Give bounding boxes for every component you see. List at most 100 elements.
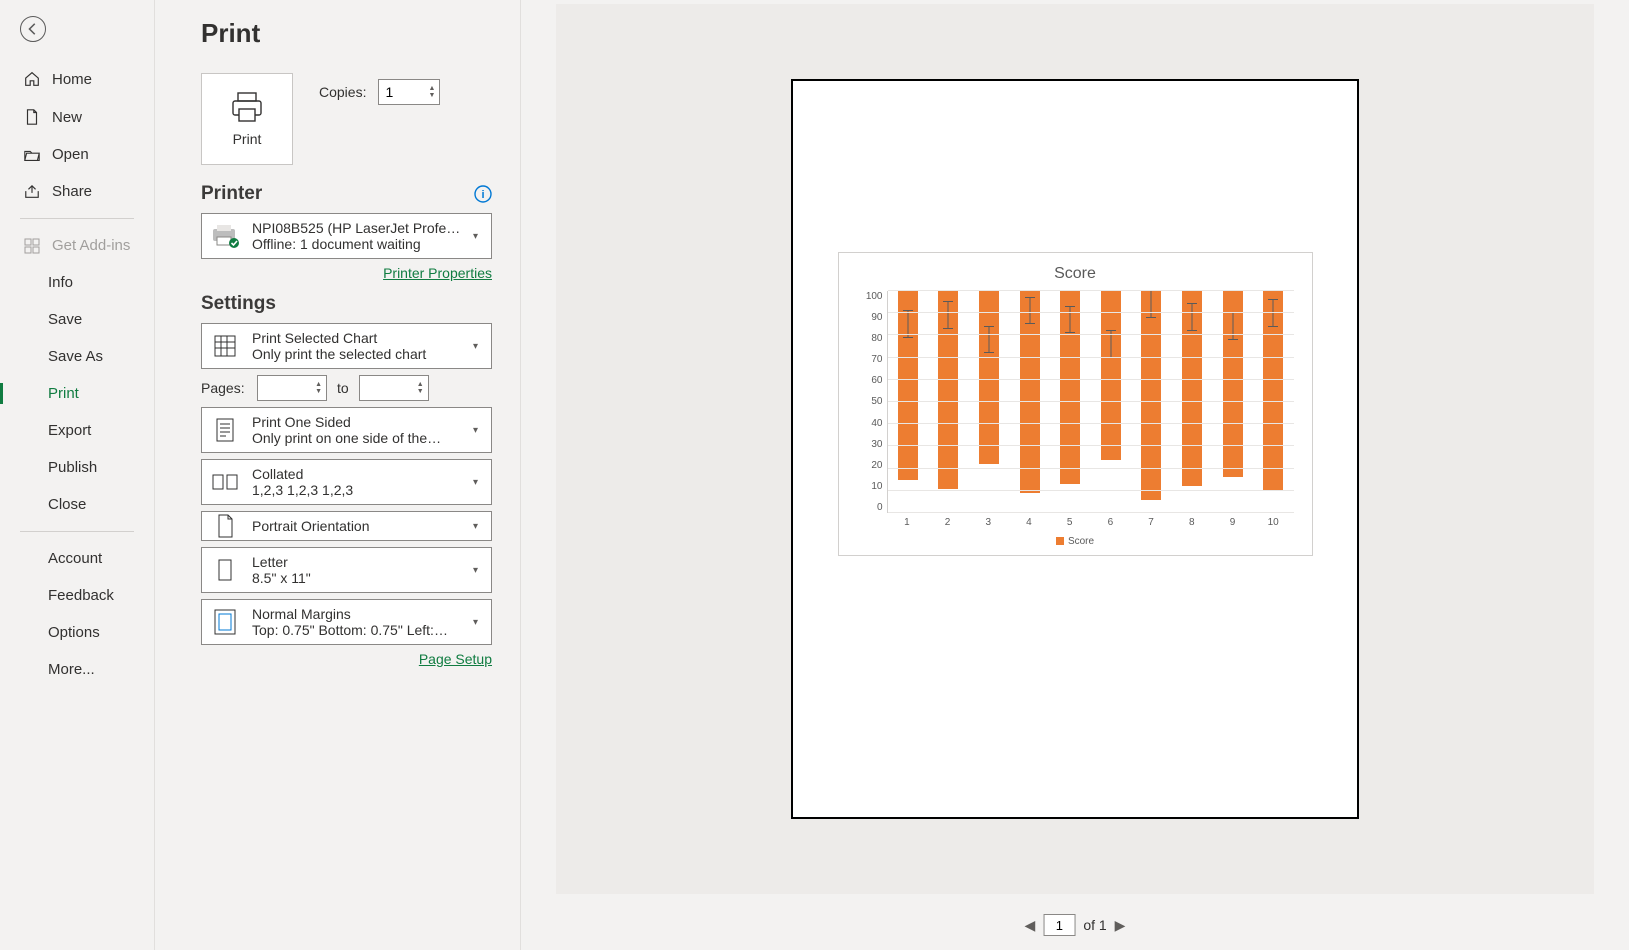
nav-info-label: Info [48, 274, 73, 291]
chart-y-axis: 1009080706050403020100 [857, 291, 887, 513]
orientation-l1: Portrait Orientation [252, 518, 469, 534]
printer-dropdown[interactable]: NPI08B525 (HP LaserJet Profe… Offline: 1… [201, 213, 492, 259]
nav-saveas-label: Save As [48, 348, 103, 365]
home-icon [22, 70, 42, 88]
paper-l1: Letter [252, 554, 469, 570]
copies-label: Copies: [319, 84, 366, 100]
nav-feedback[interactable]: Feedback [0, 577, 154, 614]
prev-page-button[interactable]: ◀ [1025, 917, 1036, 934]
spinner-arrows[interactable]: ▲▼ [429, 85, 436, 99]
print-button-label: Print [233, 131, 262, 147]
paper-dropdown[interactable]: Letter8.5" x 11" ▾ [201, 547, 492, 593]
pages-from-spinner[interactable]: ▲▼ [257, 375, 327, 401]
print-settings-pane: Print Print Copies: ▲▼ Printer i [155, 0, 520, 950]
printer-properties-link[interactable]: Printer Properties [383, 265, 492, 281]
print-button[interactable]: Print [201, 73, 293, 165]
page-navigator: ◀ of 1 ▶ [1025, 914, 1126, 936]
settings-heading: Settings [201, 293, 276, 315]
nav-more[interactable]: More... [0, 651, 154, 688]
orientation-dropdown[interactable]: Portrait Orientation ▾ [201, 511, 492, 541]
to-label: to [337, 380, 349, 396]
info-icon[interactable]: i [474, 185, 492, 203]
back-button[interactable] [20, 16, 46, 42]
sided-l1: Print One Sided [252, 414, 469, 430]
pages-label: Pages: [201, 380, 247, 396]
nav-save[interactable]: Save [0, 301, 154, 338]
nav-feedback-label: Feedback [48, 587, 114, 604]
addins-icon [22, 238, 42, 254]
nav-open-label: Open [52, 146, 89, 163]
chevron-down-icon: ▾ [473, 477, 491, 488]
sheet-icon [202, 333, 248, 359]
print-what-dropdown[interactable]: Print Selected ChartOnly print the selec… [201, 323, 492, 369]
portrait-icon [202, 513, 248, 539]
collated-l1: Collated [252, 466, 469, 482]
nav-export-label: Export [48, 422, 91, 439]
page-setup-link[interactable]: Page Setup [419, 651, 492, 667]
pages-to-spinner[interactable]: ▲▼ [359, 375, 429, 401]
nav-home[interactable]: Home [0, 60, 154, 98]
pages-from-input[interactable] [258, 380, 298, 396]
sided-dropdown[interactable]: Print One SidedOnly print on one side of… [201, 407, 492, 453]
paper-l2: 8.5" x 11" [252, 570, 469, 586]
print-what-l2: Only print the selected chart [252, 346, 469, 362]
printer-name: NPI08B525 (HP LaserJet Profe… [252, 220, 469, 236]
nav-open[interactable]: Open [0, 136, 154, 173]
collated-dropdown[interactable]: Collated1,2,3 1,2,3 1,2,3 ▾ [201, 459, 492, 505]
chevron-down-icon: ▾ [473, 617, 491, 628]
nav-get-addins[interactable]: Get Add-ins [0, 227, 154, 264]
nav-account[interactable]: Account [0, 540, 154, 577]
nav-close-label: Close [48, 496, 86, 513]
collated-l2: 1,2,3 1,2,3 1,2,3 [252, 482, 469, 498]
nav-home-label: Home [52, 71, 92, 88]
page-title: Print [201, 18, 492, 49]
printer-status-icon [202, 223, 248, 249]
chart-x-axis: 12345678910 [857, 513, 1294, 528]
pages-to-input[interactable] [360, 380, 400, 396]
backstage-sidebar: Home New Open Share Get Add-ins Info Sav… [0, 0, 155, 950]
next-page-button[interactable]: ▶ [1115, 917, 1126, 934]
chevron-down-icon: ▾ [473, 565, 491, 576]
nav-print[interactable]: Print [0, 375, 154, 412]
nav-account-label: Account [48, 550, 102, 567]
copies-input[interactable] [379, 84, 419, 100]
chart: Score 1009080706050403020100 12345678910… [838, 252, 1313, 556]
nav-close[interactable]: Close [0, 486, 154, 523]
paper-icon [202, 558, 248, 582]
nav-export[interactable]: Export [0, 412, 154, 449]
chevron-down-icon: ▾ [473, 521, 491, 532]
nav-print-label: Print [48, 385, 79, 402]
nav-saveas[interactable]: Save As [0, 338, 154, 375]
chevron-down-icon: ▾ [473, 425, 491, 436]
chart-title: Score [857, 265, 1294, 283]
nav-new[interactable]: New [0, 98, 154, 136]
nav-share[interactable]: Share [0, 173, 154, 210]
margins-dropdown[interactable]: Normal MarginsTop: 0.75" Bottom: 0.75" L… [201, 599, 492, 645]
nav-options[interactable]: Options [0, 614, 154, 651]
spinner-arrows[interactable]: ▲▼ [417, 381, 424, 395]
chart-bars [888, 291, 1294, 513]
page-count-label: of 1 [1083, 917, 1106, 933]
nav-share-label: Share [52, 183, 92, 200]
sided-l2: Only print on one side of the… [252, 430, 469, 446]
preview-page: Score 1009080706050403020100 12345678910… [791, 79, 1359, 819]
nav-info[interactable]: Info [0, 264, 154, 301]
print-preview-pane: Score 1009080706050403020100 12345678910… [520, 0, 1629, 950]
nav-publish[interactable]: Publish [0, 449, 154, 486]
chart-legend: Score [857, 528, 1294, 547]
page-icon [202, 417, 248, 443]
collated-icon [202, 471, 248, 493]
printer-status: Offline: 1 document waiting [252, 236, 469, 252]
legend-label: Score [1068, 536, 1094, 547]
margins-icon [202, 608, 248, 636]
nav-separator [20, 218, 134, 219]
svg-text:i: i [481, 189, 484, 201]
copies-spinner[interactable]: ▲▼ [378, 79, 440, 105]
spinner-arrows[interactable]: ▲▼ [315, 381, 322, 395]
nav-separator [20, 531, 134, 532]
preview-canvas: Score 1009080706050403020100 12345678910… [556, 4, 1594, 894]
current-page-input[interactable] [1043, 914, 1075, 936]
margins-l1: Normal Margins [252, 606, 469, 622]
folder-open-icon [22, 147, 42, 163]
arrow-left-icon [26, 22, 40, 36]
